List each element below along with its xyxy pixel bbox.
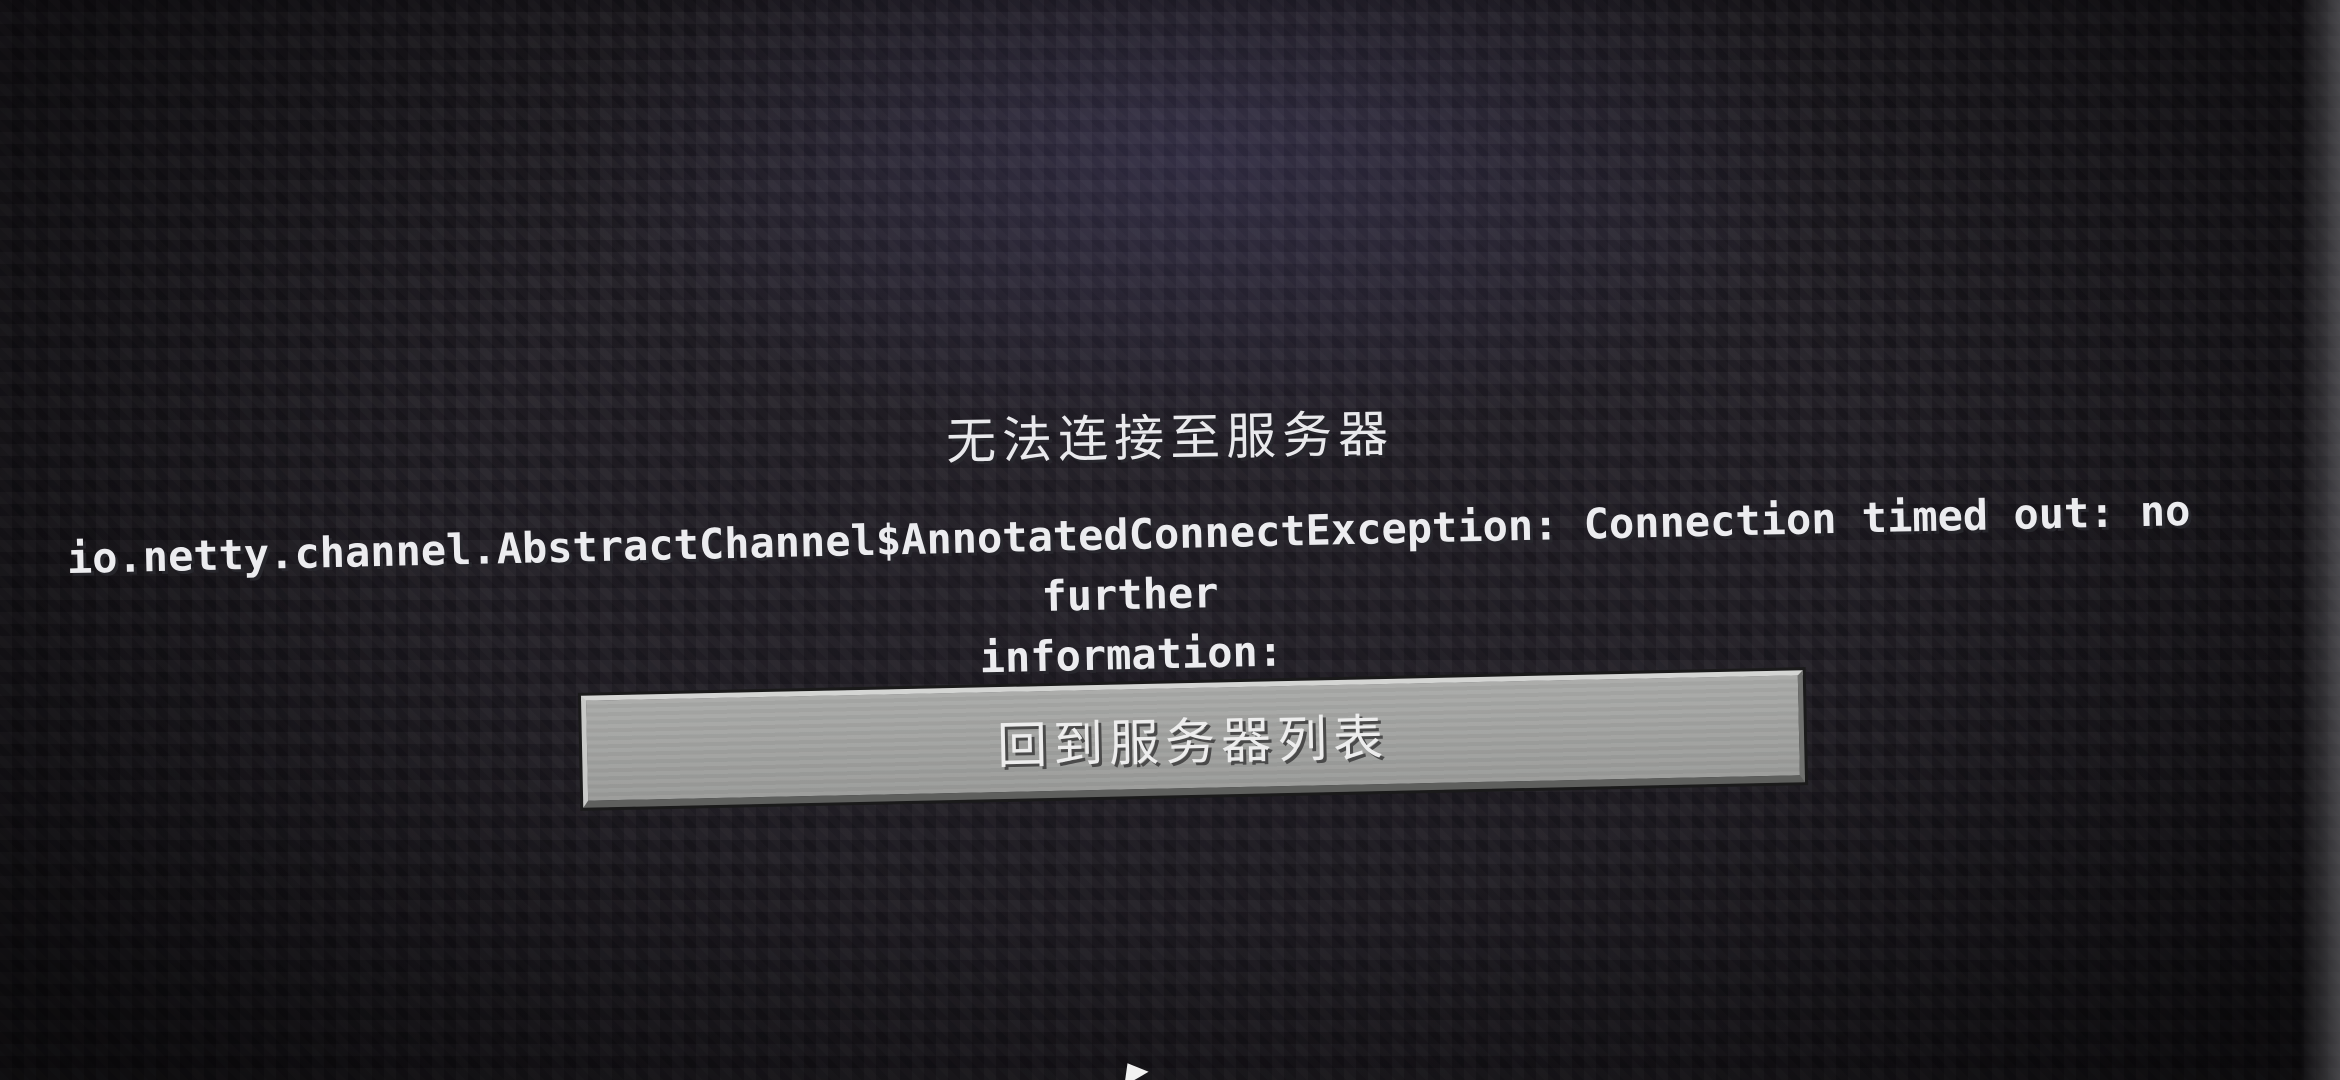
disconnected-screen: 无法连接至服务器 io.netty.channel.AbstractChanne… [0,0,2340,1080]
dialog-title: 无法连接至服务器 [945,405,1395,471]
error-message: io.netty.channel.AbstractChannel$Annotat… [38,480,2222,709]
mouse-pointer-icon [1115,1056,1149,1080]
back-to-server-list-label: 回到服务器列表 [996,708,1390,776]
monitor-edge [2300,0,2340,1080]
